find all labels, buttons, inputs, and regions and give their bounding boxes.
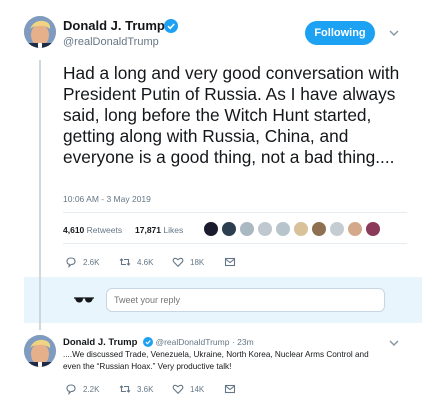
reply-action[interactable]: 2.2K xyxy=(65,383,99,395)
reply-icon xyxy=(66,384,76,395)
chevron-down-icon[interactable] xyxy=(387,336,401,350)
likes-stat[interactable]: 17,871 Likes xyxy=(135,225,183,235)
favoriter-avatar[interactable] xyxy=(293,221,309,237)
direct-message-icon xyxy=(224,384,236,394)
retweet-count: 3.6K xyxy=(137,384,154,394)
reply-icon xyxy=(66,257,76,268)
sunglasses-icon xyxy=(74,297,94,303)
chevron-down-icon[interactable] xyxy=(387,26,401,40)
likes-label: Likes xyxy=(163,225,184,235)
author-handle[interactable]: @realDonaldTrump xyxy=(63,36,159,48)
author-avatar[interactable] xyxy=(24,16,56,48)
favoriter-avatar[interactable] xyxy=(347,221,363,237)
favoriter-avatar[interactable] xyxy=(239,221,255,237)
thread-tweet-time[interactable]: · 23m xyxy=(232,337,254,347)
liked-by-avatars[interactable] xyxy=(203,221,381,237)
thread-tweet-text: ....We discussed Trade, Venezuela, Ukrai… xyxy=(63,350,369,371)
like-count: 18K xyxy=(190,257,205,267)
direct-message-icon xyxy=(224,257,236,267)
retweet-icon xyxy=(119,385,131,393)
favoriter-avatar[interactable] xyxy=(329,221,345,237)
like-action[interactable]: 18K xyxy=(172,256,204,268)
reply-composer-avatar xyxy=(72,288,96,312)
divider xyxy=(63,212,407,213)
likes-count: 17,871 xyxy=(135,225,161,235)
like-icon xyxy=(172,257,184,268)
thread-author-name[interactable]: Donald J. Trump xyxy=(63,337,137,348)
retweets-count: 4,610 xyxy=(63,225,85,235)
thread-tweet-header: Donald J. Trump @realDonaldTrump · 23m xyxy=(63,337,254,348)
tweet-text: Had a long and very good conversation wi… xyxy=(63,63,400,167)
favoriter-avatar[interactable] xyxy=(365,221,381,237)
like-action[interactable]: 14K xyxy=(172,383,204,395)
retweets-label: Retweets xyxy=(86,225,123,235)
thread-author-avatar[interactable] xyxy=(24,335,56,367)
reply-count: 2.2K xyxy=(83,384,100,394)
thread-author-handle[interactable]: @realDonaldTrump xyxy=(155,337,229,347)
reply-input[interactable] xyxy=(106,288,385,312)
direct-message-action[interactable] xyxy=(224,256,242,268)
retweets-stat[interactable]: 4,610 Retweets xyxy=(63,225,122,235)
like-icon xyxy=(172,384,184,395)
retweet-action[interactable]: 3.6K xyxy=(119,383,153,395)
favoriter-avatar[interactable] xyxy=(275,221,291,237)
thread-connector xyxy=(39,60,41,330)
reply-action[interactable]: 2.6K xyxy=(65,256,99,268)
retweet-count: 4.6K xyxy=(137,257,154,267)
divider xyxy=(63,243,407,244)
verified-badge-icon xyxy=(142,337,153,347)
retweet-action[interactable]: 4.6K xyxy=(119,256,153,268)
direct-message-action[interactable] xyxy=(224,383,242,395)
tweet-timestamp[interactable]: 10:06 AM - 3 May 2019 xyxy=(63,194,151,204)
favoriter-avatar[interactable] xyxy=(203,221,219,237)
like-count: 14K xyxy=(190,384,205,394)
favoriter-avatar[interactable] xyxy=(311,221,327,237)
favoriter-avatar[interactable] xyxy=(221,221,237,237)
following-button[interactable]: Following xyxy=(305,21,375,45)
author-name[interactable]: Donald J. Trump xyxy=(63,18,165,33)
verified-badge-icon xyxy=(164,19,178,33)
retweet-icon xyxy=(119,258,131,266)
favoriter-avatar[interactable] xyxy=(257,221,273,237)
reply-count: 2.6K xyxy=(83,257,100,267)
